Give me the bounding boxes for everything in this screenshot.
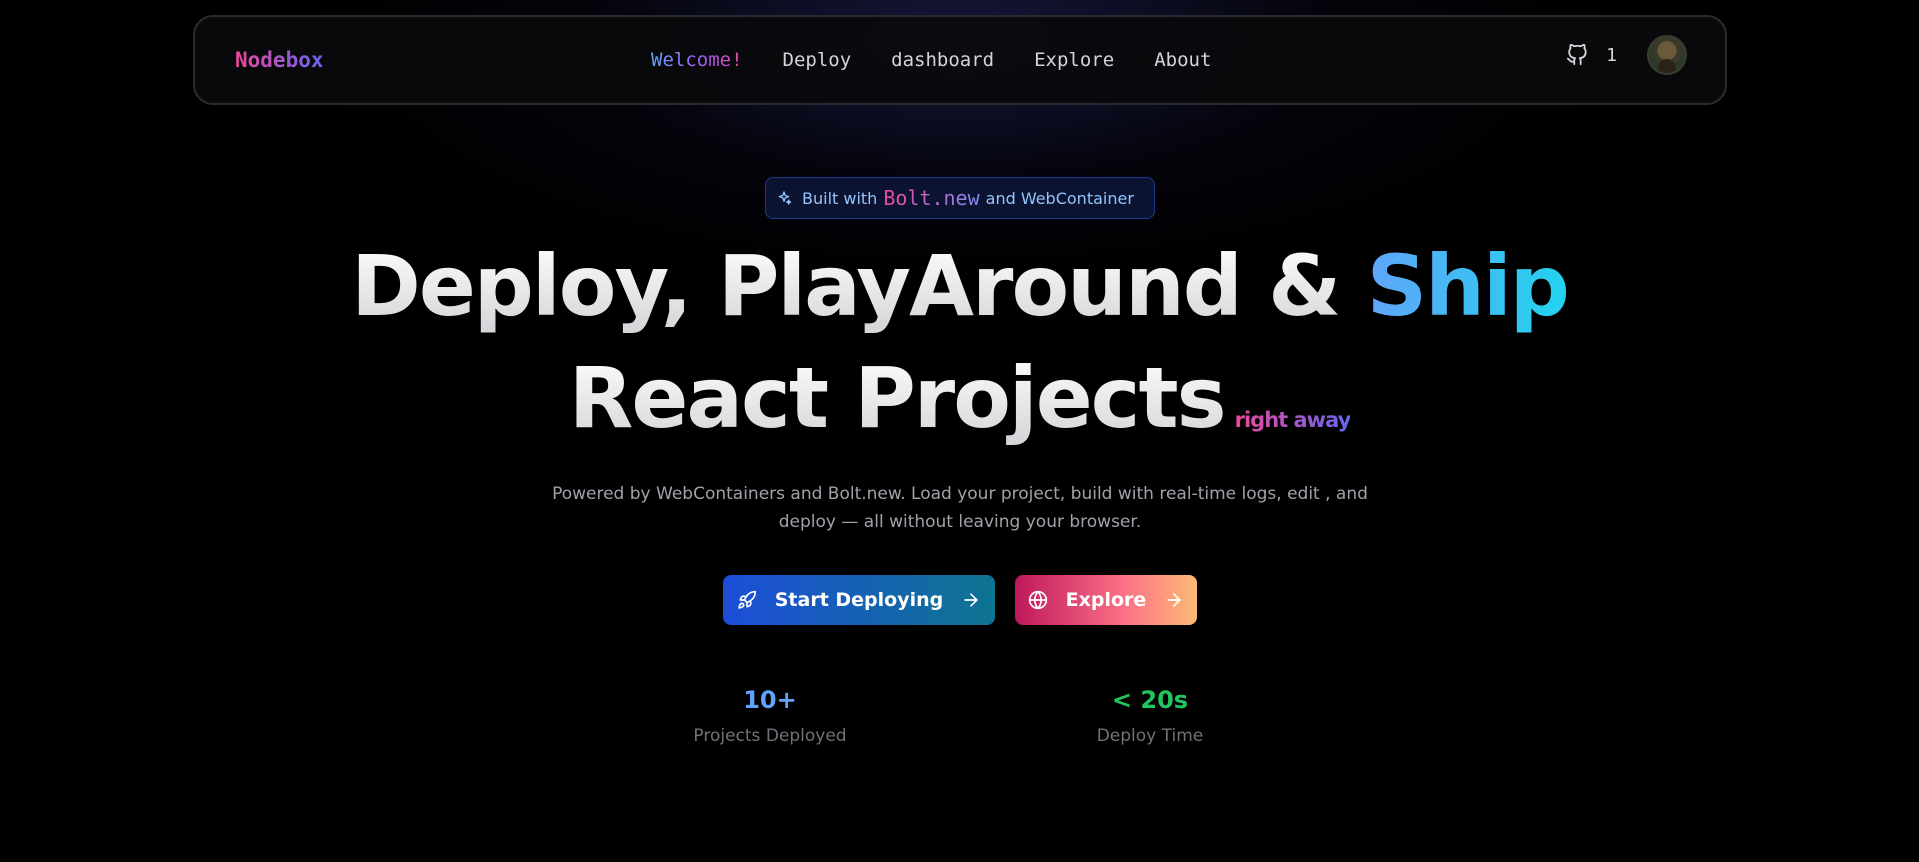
- headline-line-1: Deploy, PlayAround & Ship: [0, 230, 1919, 342]
- stat-value: 10+: [743, 686, 797, 714]
- github-icon[interactable]: [1566, 44, 1588, 66]
- nav-right: 1: [1566, 35, 1687, 75]
- nav-link-about[interactable]: About: [1154, 49, 1211, 71]
- avatar[interactable]: [1647, 35, 1687, 75]
- hero-headline: Deploy, PlayAround & Ship React Projects…: [0, 230, 1919, 476]
- badge-suffix: and WebContainer: [985, 188, 1134, 208]
- navbar: Nodebox Welcome! Deploy dashboard Explor…: [193, 15, 1727, 105]
- headline-right-away: right away: [1234, 408, 1352, 432]
- badge-bolt: Bolt.new: [883, 186, 980, 210]
- page: Nodebox Welcome! Deploy dashboard Explor…: [0, 0, 1919, 862]
- arrow-right-icon: [1167, 593, 1181, 607]
- explore-label: Explore: [1065, 589, 1147, 611]
- nav-link-explore[interactable]: Explore: [1034, 49, 1114, 71]
- globe-icon: [1028, 590, 1047, 610]
- badge-prefix: Built with: [802, 188, 878, 208]
- nav-link-welcome[interactable]: Welcome!: [651, 49, 743, 71]
- stat-projects-deployed: 10+ Projects Deployed: [668, 686, 872, 746]
- stat-label: Deploy Time: [1096, 726, 1204, 746]
- rocket-icon: [737, 590, 756, 609]
- arrow-right-icon: [964, 593, 978, 607]
- stat-label: Projects Deployed: [693, 726, 847, 746]
- nav-links: Welcome! Deploy dashboard Explore About: [651, 49, 1251, 71]
- github-star-count: 1: [1606, 44, 1617, 66]
- start-deploying-label: Start Deploying: [774, 589, 944, 611]
- nav-link-dashboard[interactable]: dashboard: [891, 49, 994, 71]
- stat-deploy-time: < 20s Deploy Time: [1050, 686, 1250, 746]
- headline-accent: Ship: [1366, 237, 1570, 335]
- nav-link-deploy[interactable]: Deploy: [783, 49, 852, 71]
- sparkles-icon: [778, 191, 792, 205]
- headline-line-1-text: Deploy, PlayAround &: [351, 237, 1367, 335]
- headline-line-2-text: React Projects: [568, 349, 1227, 447]
- built-with-badge: Built with Bolt.new and WebContainer: [765, 177, 1155, 219]
- logo[interactable]: Nodebox: [235, 48, 324, 72]
- stat-value: < 20s: [1111, 686, 1189, 714]
- headline-line-2: React Projects right away: [0, 342, 1919, 476]
- hero-description: Powered by WebContainers and Bolt.new. L…: [552, 484, 1368, 532]
- start-deploying-button[interactable]: Start Deploying: [723, 575, 995, 625]
- explore-button[interactable]: Explore: [1015, 575, 1197, 625]
